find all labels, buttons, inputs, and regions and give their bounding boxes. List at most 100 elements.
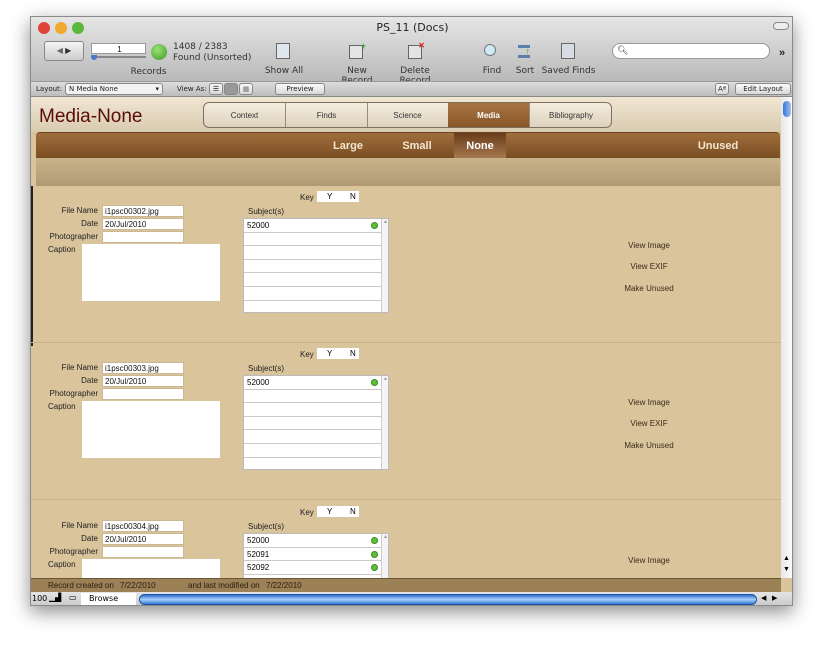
portal-row[interactable] [244,273,382,287]
portal-row[interactable] [244,389,382,404]
record-number-input[interactable]: 1 [91,43,146,54]
layout-select[interactable]: N Media None ▾ [65,83,163,95]
zoom-level[interactable]: 100 [32,594,47,603]
scroll-right-icon[interactable]: ▶ [772,594,777,602]
key-yes-option[interactable]: Y [327,506,332,517]
quick-find-input[interactable]: 🔍︎ [612,43,770,59]
view-image-button[interactable]: View Image [609,556,689,565]
preview-button[interactable]: Preview [275,83,325,95]
subnav-none[interactable]: None [454,133,506,159]
subject-value[interactable]: 52000 [247,221,269,230]
key-yes-option[interactable]: Y [327,191,332,202]
subject-value[interactable]: 52092 [247,563,269,572]
view-as-form-button[interactable]: ☰ [209,83,223,95]
view-exif-button[interactable]: View EXIF [609,262,689,271]
key-yes-option[interactable]: Y [327,348,332,359]
scroll-thumb[interactable] [783,101,791,117]
portal-row[interactable] [244,443,382,458]
portal-row[interactable]: 52000 [244,219,382,233]
subject-value[interactable]: 52000 [247,536,269,545]
status-area-toggle-icon[interactable]: ▭ [69,593,77,602]
subject-status-icon[interactable] [371,564,378,572]
photographer-field[interactable] [102,546,184,558]
portal-row[interactable]: 52000 [244,376,382,390]
scroll-left-icon[interactable]: ◀ [761,594,766,602]
portal-row[interactable] [244,232,382,247]
file-name-field[interactable]: i1psc00304.jpg [102,520,184,532]
subject-status-icon[interactable] [371,379,378,386]
subnav-unused[interactable]: Unused [681,133,755,159]
mode-popup[interactable]: Browse [81,593,136,605]
subject-status-icon[interactable] [371,550,378,558]
delete-record-button[interactable]: ✕ Delete Record [385,41,445,86]
photographer-label: Photographer [49,389,98,398]
caption-field[interactable] [82,401,220,458]
portal-row[interactable] [244,286,382,301]
view-exif-button[interactable]: View EXIF [609,419,689,428]
next-record-icon[interactable]: ▶ [65,46,71,55]
photographer-field[interactable] [102,231,184,243]
portal-row[interactable] [244,259,382,274]
caption-field[interactable] [82,244,220,301]
created-label: Record created on [48,581,114,590]
subject-value[interactable]: 52000 [247,378,269,387]
portal-row[interactable] [244,416,382,431]
subject-status-icon[interactable] [371,222,378,229]
tab-media[interactable]: Media [448,103,530,127]
portal-row[interactable]: 52000 [244,534,382,548]
scroll-up-icon[interactable]: ▲ [783,555,790,562]
key-toggle[interactable]: YN [317,506,359,517]
record-slider-thumb[interactable] [91,55,97,60]
record-navigator[interactable]: ◀ ▶ [44,41,84,61]
date-field[interactable]: 20/Jul/2010 [102,218,184,230]
file-name-field[interactable]: i1psc00303.jpg [102,362,184,374]
portal-row[interactable] [244,457,382,469]
tab-bibliography[interactable]: Bibliography [530,103,611,127]
font-size-button[interactable]: Aª [715,83,729,95]
subject-status-icon[interactable] [371,537,378,544]
key-no-option[interactable]: N [350,348,356,359]
portal-row[interactable]: 52092 [244,561,382,575]
key-no-option[interactable]: N [350,191,356,202]
key-toggle[interactable]: YN [317,191,359,202]
view-as-list-button[interactable] [224,83,238,95]
zoom-out-icon[interactable]: ▁▟ [49,593,61,602]
view-image-button[interactable]: View Image [609,241,689,250]
toolbar-overflow-button[interactable]: » [779,47,785,59]
portal-row[interactable] [244,403,382,417]
view-image-button[interactable]: View Image [609,398,689,407]
view-as-table-button[interactable]: ▦ [239,83,253,95]
tab-finds[interactable]: Finds [286,103,368,127]
portal-scrollbar[interactable]: ▲ [381,376,388,469]
date-field[interactable]: 20/Jul/2010 [102,533,184,545]
tab-context[interactable]: Context [204,103,286,127]
file-name-field[interactable]: i1psc00302.jpg [102,205,184,217]
edit-layout-button[interactable]: Edit Layout [735,83,791,95]
portal-row[interactable] [244,246,382,260]
subject-value[interactable]: 52091 [247,550,269,559]
portal-scrollbar[interactable]: ▲ [381,219,388,312]
subnav-small[interactable]: Small [395,133,439,159]
new-record-button[interactable]: + New Record [331,41,383,86]
portal-row[interactable] [244,430,382,444]
key-toggle[interactable]: YN [317,348,359,359]
toolbar-toggle-button[interactable] [773,22,789,30]
prev-record-icon[interactable]: ◀ [57,46,63,55]
find-button[interactable]: Find [476,43,508,79]
record-slider[interactable] [91,56,146,58]
key-no-option[interactable]: N [350,506,356,517]
portal-row[interactable]: 52091 [244,547,382,562]
make-unused-button[interactable]: Make Unused [609,284,689,293]
horizontal-scrollbar[interactable] [139,594,757,605]
portal-row[interactable] [244,300,382,312]
make-unused-button[interactable]: Make Unused [609,441,689,450]
scroll-down-icon[interactable]: ▼ [783,566,790,573]
sort-button[interactable]: ↑ Sort [511,43,539,79]
subnav-large[interactable]: Large [326,133,370,159]
saved-finds-button[interactable]: Saved Finds [541,43,596,79]
photographer-field[interactable] [102,388,184,400]
tab-science[interactable]: Science [367,103,449,127]
date-field[interactable]: 20/Jul/2010 [102,375,184,387]
show-all-button[interactable]: Show All [259,43,309,79]
vertical-scrollbar[interactable]: ▲ ▼ [781,97,792,578]
